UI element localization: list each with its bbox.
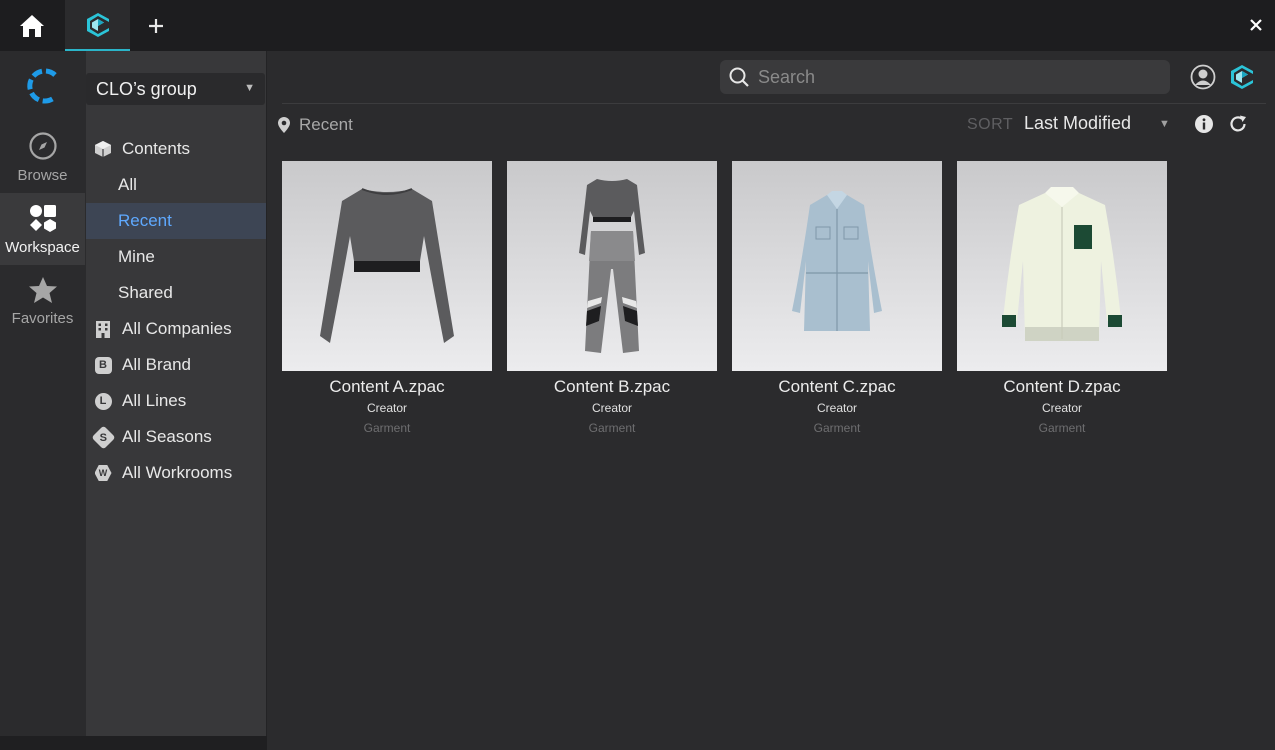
content-name: Content D.zpac xyxy=(1003,377,1121,396)
clo-logo-icon xyxy=(86,12,109,37)
search-field[interactable] xyxy=(720,60,1170,94)
tree-panel: CLO’s group ▼ Contents All Recent Mine S… xyxy=(86,51,266,736)
tree-item-label: Shared xyxy=(118,283,173,302)
nav-rail: Browse Workspace Favorites xyxy=(0,51,85,736)
brand-icon: B xyxy=(94,356,112,374)
shapes-icon xyxy=(29,204,56,232)
content-name: Content A.zpac xyxy=(329,377,445,396)
garment-thumbnail xyxy=(507,161,717,371)
info-button[interactable] xyxy=(1194,114,1214,134)
tab-bar xyxy=(0,0,1275,51)
content-card-b[interactable]: Content B.zpac Creator Garment xyxy=(507,161,717,441)
tree-item-label: All Lines xyxy=(122,391,187,410)
tree-item-label: Mine xyxy=(118,247,155,266)
rail-workspace-label: Workspace xyxy=(5,238,80,256)
building-icon xyxy=(94,320,112,338)
clo-tab[interactable] xyxy=(65,0,130,51)
refresh-icon xyxy=(1230,115,1246,132)
search-icon xyxy=(729,67,749,87)
rail-browse[interactable]: Browse xyxy=(0,121,85,193)
tree-item-all-workrooms[interactable]: W All Workrooms xyxy=(86,455,266,491)
breadcrumb-label: Recent xyxy=(299,115,353,134)
star-icon xyxy=(28,276,57,303)
clo-app-button[interactable] xyxy=(1228,63,1256,91)
content-creator: Creator xyxy=(1041,401,1082,415)
tree-item-all-lines[interactable]: L All Lines xyxy=(86,383,266,419)
workroom-badge: W xyxy=(94,465,112,481)
box-icon xyxy=(94,140,112,158)
tree-item-label: All Workrooms xyxy=(122,463,233,482)
clo-c-logo xyxy=(26,68,57,104)
compass-icon xyxy=(28,131,57,160)
content-card-a[interactable]: Content A.zpac Creator Garment xyxy=(282,161,492,441)
panel-divider xyxy=(266,51,267,750)
tree-item-label: All xyxy=(118,175,137,194)
content-creator: Creator xyxy=(816,401,857,415)
user-account-button[interactable] xyxy=(1189,63,1217,91)
tree-item-shared[interactable]: Shared xyxy=(86,275,266,311)
close-window-button[interactable] xyxy=(1241,8,1271,42)
garment-thumbnail xyxy=(732,161,942,371)
tree-item-label: Contents xyxy=(122,139,191,158)
seasons-badge-letter: S xyxy=(99,431,107,443)
tree-item-mine[interactable]: Mine xyxy=(86,239,266,275)
content-name: Content C.zpac xyxy=(778,377,896,396)
lines-icon: L xyxy=(94,392,112,410)
rail-workspace[interactable]: Workspace xyxy=(0,193,85,265)
rail-favorites-label: Favorites xyxy=(11,309,74,327)
rail-browse-label: Browse xyxy=(17,166,68,184)
info-icon xyxy=(1195,115,1213,133)
tree-item-label: All Companies xyxy=(122,319,232,338)
tree-item-contents[interactable]: Contents xyxy=(86,131,266,167)
group-dropdown-value: CLO’s group xyxy=(96,78,197,99)
home-icon xyxy=(20,14,44,37)
tree-item-label: Recent xyxy=(118,211,172,230)
tree-item-recent[interactable]: Recent xyxy=(86,203,266,239)
home-tab[interactable] xyxy=(0,0,64,51)
refresh-button[interactable] xyxy=(1228,114,1248,134)
content-category: Garment xyxy=(363,421,411,435)
close-icon xyxy=(1250,19,1262,31)
brand-badge: B xyxy=(94,356,112,374)
content-creator: Creator xyxy=(366,401,407,415)
sort-label: SORT xyxy=(967,116,1014,133)
chevron-down-icon: ▼ xyxy=(244,82,255,94)
garment-thumbnail xyxy=(957,161,1167,371)
content-name: Content B.zpac xyxy=(553,377,671,396)
tree-item-all[interactable]: All xyxy=(86,167,266,203)
tree-item-all-brand[interactable]: B All Brand xyxy=(86,347,266,383)
tree-item-all-companies[interactable]: All Companies xyxy=(86,311,266,347)
bottom-bar xyxy=(0,736,267,750)
location-pin-icon xyxy=(277,116,291,134)
rail-favorites[interactable]: Favorites xyxy=(0,265,85,337)
garment-thumbnail xyxy=(282,161,492,371)
content-creator: Creator xyxy=(591,401,632,415)
seasons-badge: S xyxy=(90,424,116,450)
clo-logo-icon xyxy=(1231,65,1253,89)
lines-badge: L xyxy=(94,392,112,410)
tree-item-label: All Seasons xyxy=(122,427,212,446)
sort-dropdown[interactable]: Last Modified xyxy=(1024,113,1131,134)
app-logo xyxy=(0,51,85,121)
tree-item-all-seasons[interactable]: S All Seasons xyxy=(86,419,266,455)
tree-item-label: All Brand xyxy=(122,355,191,374)
content-card-c[interactable]: Content C.zpac Creator Garment xyxy=(732,161,942,441)
search-input[interactable] xyxy=(758,66,1158,88)
content-card-d[interactable]: Content D.zpac Creator Garment xyxy=(957,161,1167,441)
user-icon xyxy=(1190,64,1216,90)
content-category: Garment xyxy=(1038,421,1086,435)
workroom-icon: W xyxy=(94,464,112,482)
breadcrumb[interactable]: Recent xyxy=(277,113,353,137)
new-tab-button[interactable] xyxy=(136,0,176,51)
content-category: Garment xyxy=(813,421,861,435)
plus-icon xyxy=(149,18,163,33)
content-category: Garment xyxy=(588,421,636,435)
chevron-down-icon[interactable]: ▼ xyxy=(1159,118,1170,130)
group-dropdown[interactable]: CLO’s group ▼ xyxy=(86,73,265,105)
seasons-icon: S xyxy=(90,424,116,450)
header-divider xyxy=(282,103,1266,104)
